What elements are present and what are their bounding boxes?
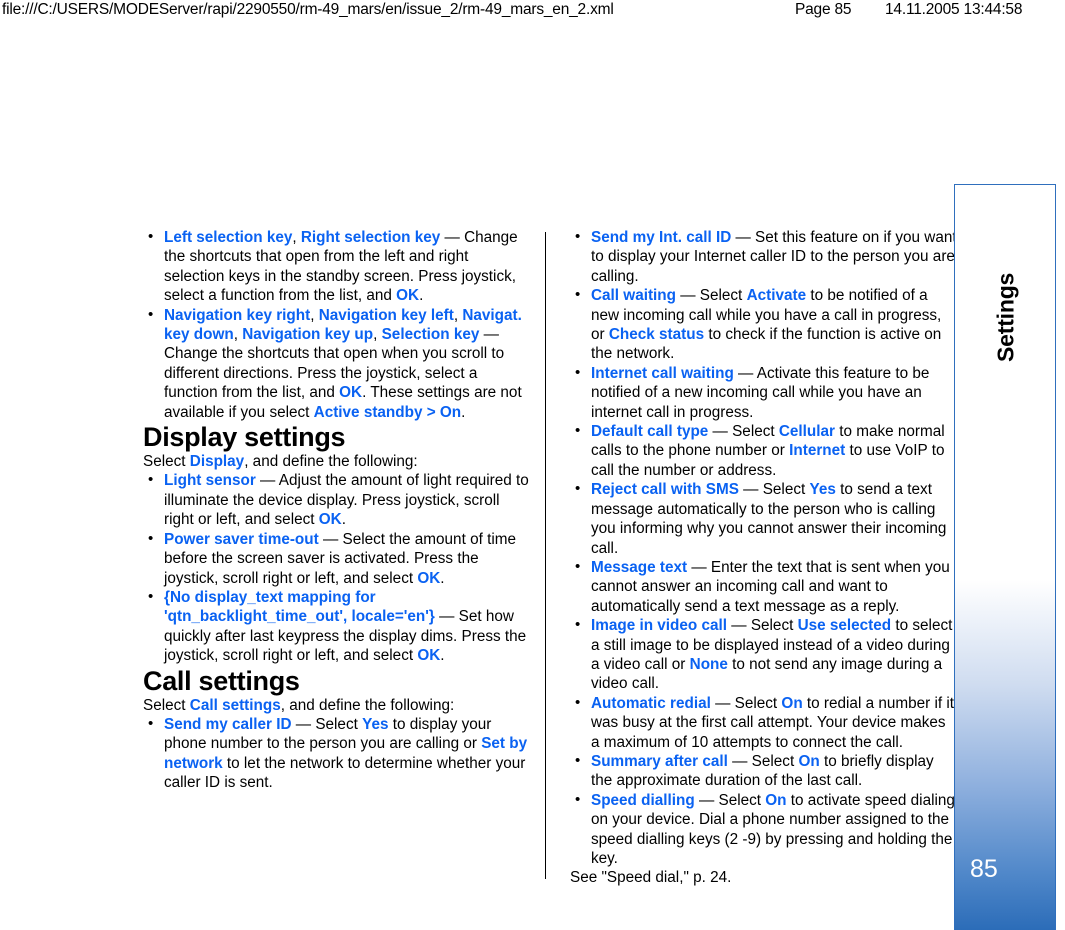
ui-keyword: OK [417, 647, 441, 665]
list-item: Light sensor — Adjust the amount of ligh… [143, 470, 531, 529]
body-text: — Select [291, 715, 363, 733]
section-heading-call-settings: Call settings [143, 665, 300, 696]
body-text: . [461, 403, 466, 421]
body-text: Select [143, 696, 190, 714]
body-text: , and define the following: [280, 696, 455, 714]
ui-keyword: Right selection key [300, 229, 441, 246]
ui-keyword: OK [417, 569, 441, 587]
ui-keyword: Yes [809, 481, 836, 499]
left-column: Left selection key, Right selection key … [143, 227, 531, 793]
ui-keyword: Display [189, 453, 245, 471]
body-text: , and define the following: [244, 453, 418, 471]
ui-keyword: Send my Int. call ID [591, 229, 732, 246]
list-item: Automatic redial — Select On to redial a… [570, 693, 958, 752]
ui-keyword: > [422, 403, 440, 421]
ui-keyword: Light sensor [164, 472, 256, 490]
body-text: Select [143, 453, 190, 471]
ui-keyword: Use selected [797, 617, 892, 635]
list-item: Power saver time-out — Select the amount… [143, 529, 531, 588]
ui-keyword: Navigation key up [242, 326, 374, 344]
list-item: Send my caller ID — Select Yes to displa… [143, 714, 531, 793]
display-settings-bullet-list: Light sensor — Adjust the amount of ligh… [143, 470, 531, 666]
list-item: Summary after call — Select On to briefl… [570, 751, 958, 791]
body-text: — Select [676, 287, 747, 305]
body-text: — Select [738, 481, 810, 499]
body-text: — Select [727, 752, 799, 770]
ui-keyword: Speed dialling [591, 791, 695, 809]
ui-keyword: Navigation key right [164, 306, 311, 324]
ui-keyword: Active standby [313, 403, 423, 421]
ui-keyword: On [765, 791, 787, 809]
list-item: Message text — Enter the text that is se… [570, 557, 958, 616]
ui-keyword: OK [396, 287, 420, 305]
body-text: . [341, 511, 346, 529]
chapter-tab: Settings 85 [954, 184, 1056, 930]
ui-keyword: Activate [746, 287, 807, 305]
list-item: Call waiting — Select Activate to be not… [570, 285, 958, 364]
page-body: Left selection key, Right selection key … [0, 0, 1065, 930]
ui-keyword: On [781, 694, 803, 712]
left-top-bullet-list: Left selection key, Right selection key … [143, 227, 531, 422]
page-number: 85 [970, 855, 998, 883]
ui-keyword: Default call type [591, 423, 709, 441]
column-divider [545, 232, 546, 879]
ui-keyword: Internet call waiting [591, 364, 734, 382]
list-item: Send my Int. call ID — Set this feature … [570, 227, 958, 286]
body-text: , [373, 326, 382, 344]
ui-keyword: Check status [608, 326, 705, 344]
call-settings-bullet-list-continued: Send my Int. call ID — Set this feature … [570, 227, 958, 869]
body-text: , [233, 326, 243, 344]
ui-keyword: Cellular [778, 423, 835, 441]
call-settings-bullet-list: Send my caller ID — Select Yes to displa… [143, 714, 531, 793]
ui-keyword: On [798, 752, 820, 770]
cross-reference-speed-dial: See "Speed dial," p. 24. [570, 869, 732, 887]
body-text: . [419, 287, 424, 305]
ui-keyword: OK [318, 511, 342, 529]
ui-keyword: Call settings [189, 696, 281, 714]
right-column: Send my Int. call ID — Set this feature … [570, 227, 958, 888]
body-text: — Select [708, 423, 779, 441]
ui-keyword: Automatic redial [591, 694, 711, 712]
body-text: — Select [727, 617, 798, 635]
ui-keyword: Selection key [381, 326, 480, 344]
body-text: — Select [694, 791, 766, 809]
section-heading-display-settings: Display settings [143, 422, 346, 453]
ui-keyword: Navigation key left [318, 306, 454, 324]
ui-keyword: Reject call with SMS [591, 481, 739, 499]
body-text: — Select [710, 694, 782, 712]
body-text: . [440, 647, 445, 665]
list-item: Internet call waiting — Activate this fe… [570, 363, 958, 422]
ui-keyword: Summary after call [591, 752, 728, 770]
ui-keyword: None [689, 655, 728, 673]
display-settings-intro: Select Display, and define the following… [143, 452, 531, 471]
list-item: Left selection key, Right selection key … [143, 227, 531, 306]
body-text: , [310, 306, 319, 324]
list-item: Default call type — Select Cellular to m… [570, 421, 958, 480]
ui-keyword: Yes [362, 715, 389, 733]
list-item: Speed dialling — Select On to activate s… [570, 790, 958, 869]
ui-keyword: Image in video call [591, 617, 728, 635]
body-text: . [440, 569, 445, 587]
call-settings-intro: Select Call settings, and define the fol… [143, 696, 531, 715]
ui-keyword: Call waiting [591, 287, 676, 305]
body-text: , [292, 229, 301, 246]
ui-keyword: Message text [591, 558, 688, 576]
ui-keyword: Left selection key [164, 229, 293, 246]
ui-keyword: OK [339, 384, 363, 402]
list-item: Navigation key right, Navigation key lef… [143, 305, 531, 422]
ui-keyword: Send my caller ID [164, 715, 292, 733]
list-item: {No display_text mapping for 'qtn_backli… [143, 587, 531, 666]
ui-keyword: Power saver time-out [164, 530, 319, 548]
chapter-tab-label: Settings [992, 272, 1019, 362]
ui-keyword: Internet [789, 442, 846, 460]
list-item: Reject call with SMS — Select Yes to sen… [570, 479, 958, 558]
list-item: Image in video call — Select Use selecte… [570, 615, 958, 694]
ui-keyword: {No display_text mapping for 'qtn_backli… [164, 588, 435, 626]
ui-keyword: On [439, 403, 462, 421]
